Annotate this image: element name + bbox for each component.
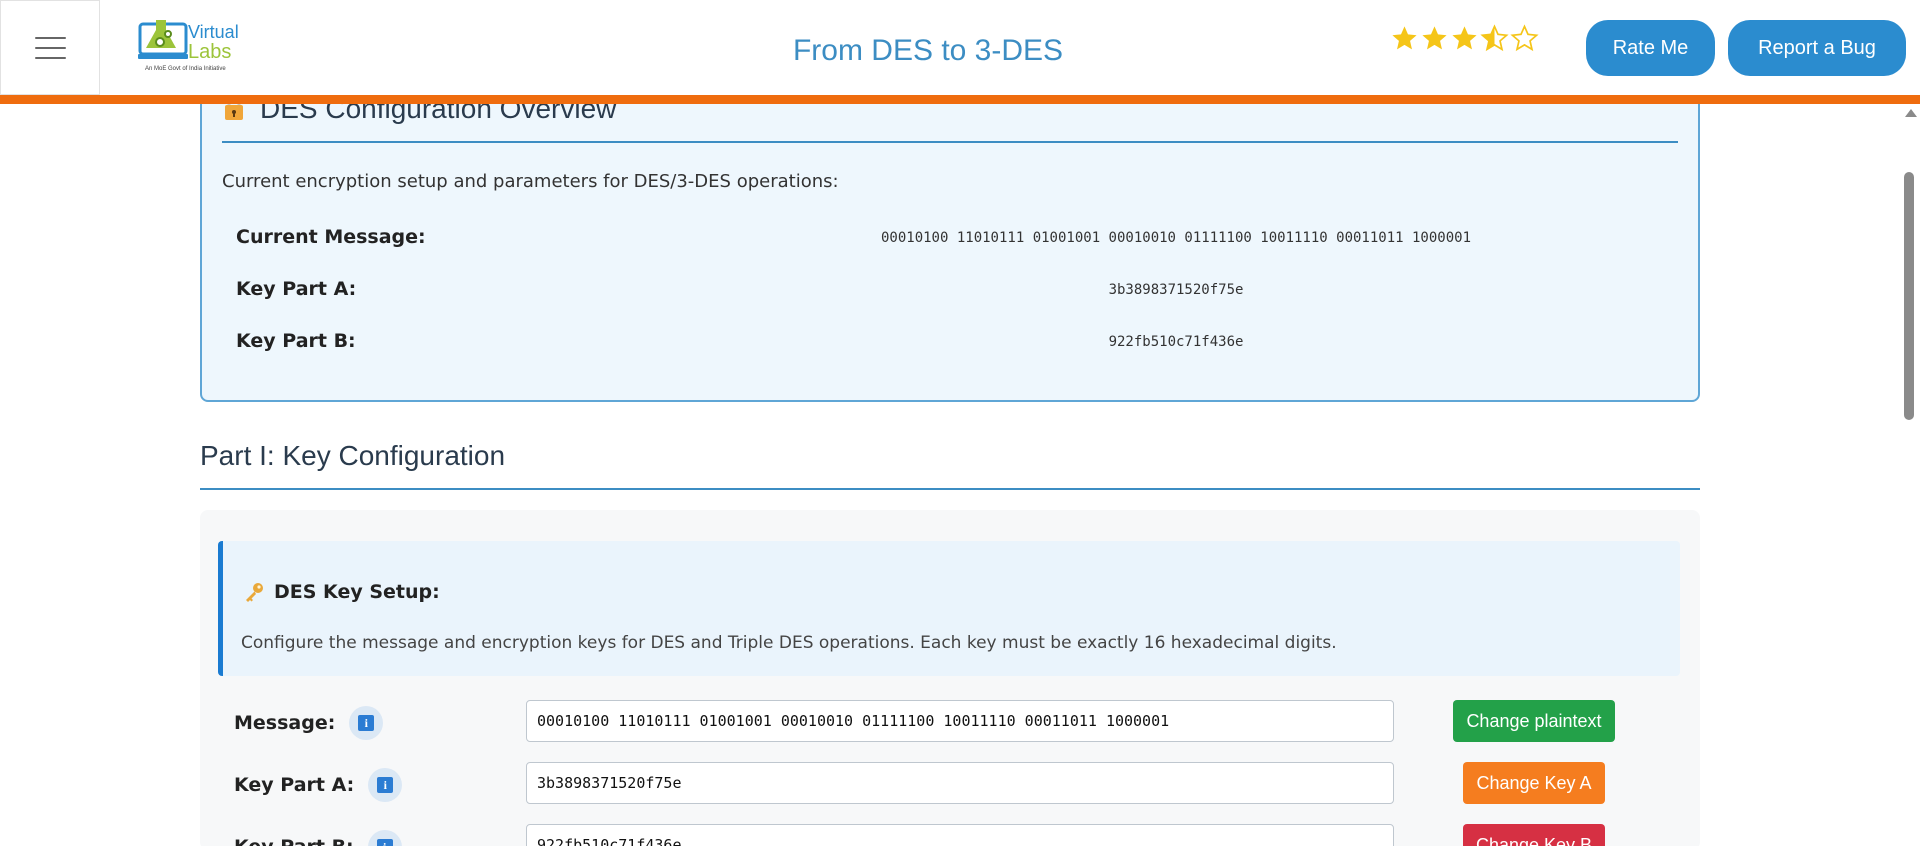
overview-label: Key Part B: [236,330,356,352]
form-row-key-a: Key Part A: i Change Key A [234,762,1634,806]
key-a-input[interactable] [526,762,1394,804]
form-row-message: Message: i Change plaintext [234,700,1634,744]
section-title: Part I: Key Configuration [200,440,506,471]
scroll-up-arrow-icon[interactable] [1905,109,1917,117]
star-rating[interactable] [1390,24,1539,53]
change-plaintext-button[interactable]: Change plaintext [1453,700,1615,742]
change-key-b-button[interactable]: Change Key B [1463,824,1605,846]
star-full-icon[interactable] [1390,24,1419,53]
form-label-text: Key Part B: [234,836,354,846]
key-b-input[interactable] [526,824,1394,846]
overview-value: 922fb510c71f436e [1108,334,1244,350]
star-full-icon[interactable] [1450,24,1479,53]
info-glyph: i [358,715,375,731]
form-label-text: Message: [234,712,336,734]
overview-value: 00010100 11010111 01001001 00010010 0111… [880,230,1471,246]
top-navbar: Virtual Labs An MoE Govt of India Initia… [0,0,1920,104]
key-b-label: Key Part B: i [234,830,402,846]
info-icon[interactable]: i [368,768,403,802]
key-setup-title: DES Key Setup: [274,581,440,603]
star-full-icon[interactable] [1420,24,1449,53]
key-setup-heading: DES Key Setup: [243,581,440,603]
key-a-label: Key Part A: i [234,768,403,802]
overview-row-key-b: Key Part B: 922fb510c71f436e [236,330,1676,360]
header-accent-bar [0,95,1920,104]
overview-divider [222,141,1678,143]
overview-label: Key Part A: [236,278,357,300]
section-divider [200,488,1700,490]
overview-label: Current Message: [236,226,426,248]
report-bug-button[interactable]: Report a Bug [1728,20,1906,76]
form-row-key-b: Key Part B: i Change Key B [234,824,1634,846]
overview-row-message: Current Message: 00010100 11010111 01001… [236,226,1676,256]
scrollbar-thumb[interactable] [1904,172,1914,420]
key-setup-description: Configure the message and encryption key… [241,633,1337,653]
overview-row-key-a: Key Part A: 3b3898371520f75e [236,278,1676,308]
key-setup-callout: DES Key Setup: Configure the message and… [218,541,1680,676]
form-label-text: Key Part A: [234,774,355,796]
info-glyph: i [377,777,394,793]
star-half-icon[interactable] [1480,24,1509,53]
info-icon[interactable]: i [349,706,384,740]
key-icon [246,583,263,602]
overview-value: 3b3898371520f75e [1108,282,1244,298]
star-empty-icon[interactable] [1510,24,1539,53]
message-label: Message: i [234,706,384,740]
page-title: From DES to 3-DES [792,34,1064,67]
rate-me-button[interactable]: Rate Me [1586,20,1715,76]
change-key-a-button[interactable]: Change Key A [1463,762,1605,804]
info-icon[interactable]: i [367,830,402,846]
config-overview-card: DES Configuration Overview Current encry… [200,66,1700,402]
overview-description: Current encryption setup and parameters … [222,171,839,192]
message-input[interactable] [526,700,1394,742]
info-glyph: i [376,839,393,846]
